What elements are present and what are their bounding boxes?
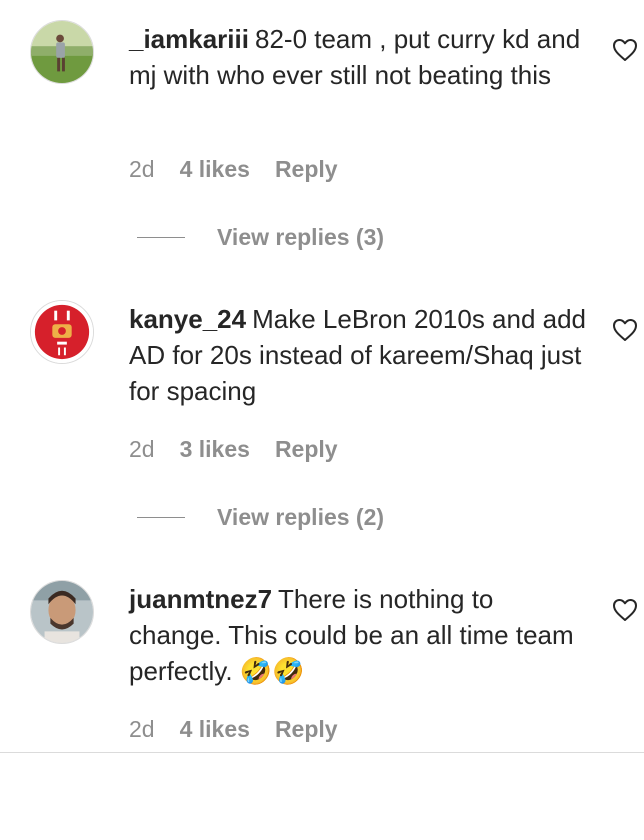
avatar[interactable] (30, 300, 94, 364)
comment-item: juanmtnez7 There is nothing to change. Th… (0, 560, 644, 840)
avatar[interactable] (30, 20, 94, 84)
comment-meta: 2d 4 likes Reply (129, 154, 338, 184)
comment-username[interactable]: _iamkariii (129, 24, 249, 54)
view-replies-label: View replies (3) (217, 223, 385, 250)
view-replies-label: View replies (2) (217, 503, 385, 530)
comment-time[interactable]: 2d (129, 436, 155, 463)
comment-text: kanye_24 Make LeBron 2010s and add AD for… (129, 301, 589, 409)
comment-time[interactable]: 2d (129, 156, 155, 183)
avatar-photo (31, 301, 93, 363)
avatar-photo (31, 581, 93, 643)
comment-likes[interactable]: 4 likes (180, 716, 250, 743)
reply-button[interactable]: Reply (275, 716, 338, 743)
comment-likes[interactable]: 4 likes (180, 156, 250, 183)
comment-text: juanmtnez7 There is nothing to change. Th… (129, 581, 589, 689)
divider (0, 752, 644, 753)
comment-meta: 2d 3 likes Reply (129, 434, 338, 464)
comment-meta: 2d 4 likes Reply (129, 714, 338, 744)
reply-button[interactable]: Reply (275, 436, 338, 463)
view-replies-line (137, 236, 185, 238)
comment-item: _iamkariii 82-0 team , put curry kd and m… (0, 0, 644, 280)
avatar-photo (31, 21, 93, 83)
view-replies-button[interactable]: View replies (2) (137, 502, 384, 532)
comment-item: kanye_24 Make LeBron 2010s and add AD for… (0, 280, 644, 560)
view-replies-line (137, 516, 185, 518)
heart-icon[interactable] (612, 38, 638, 62)
heart-icon[interactable] (612, 598, 638, 622)
comment-time[interactable]: 2d (129, 716, 155, 743)
comment-text: _iamkariii 82-0 team , put curry kd and m… (129, 21, 589, 93)
view-replies-button[interactable]: View replies (3) (137, 222, 384, 252)
avatar[interactable] (30, 580, 94, 644)
comment-username[interactable]: juanmtnez7 (129, 584, 272, 614)
heart-icon[interactable] (612, 318, 638, 342)
comment-username[interactable]: kanye_24 (129, 304, 246, 334)
comment-likes[interactable]: 3 likes (180, 436, 250, 463)
reply-button[interactable]: Reply (275, 156, 338, 183)
